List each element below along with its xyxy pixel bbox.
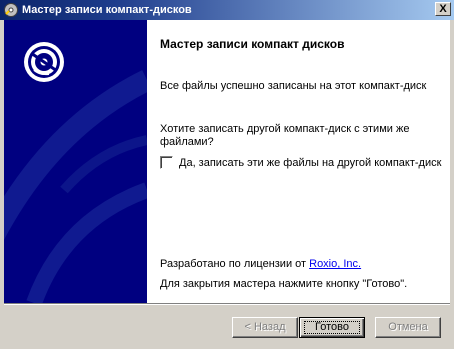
write-another-question: Хотите записать другой компакт-диск с эт… [160, 123, 410, 148]
closing-instruction: Для закрытия мастера нажмите кнопку "Гот… [160, 278, 408, 290]
wizard-content: Мастер записи компакт дисков Все файлы у… [147, 20, 450, 303]
success-message: Все файлы успешно записаны на этот компа… [160, 80, 427, 92]
cancel-button[interactable]: Отмена [375, 317, 441, 338]
write-another-checkbox-label[interactable]: Да, записать эти же файлы на другой комп… [179, 157, 441, 169]
write-another-checkbox[interactable] [160, 156, 173, 169]
close-icon: X [439, 3, 447, 15]
close-button[interactable]: X [435, 2, 451, 16]
license-prefix: Разработано по лицензии от [160, 258, 310, 270]
window-title: Мастер записи компакт-дисков [22, 4, 192, 16]
cd-burner-icon [3, 2, 19, 18]
wizard-banner [4, 20, 147, 303]
page-title: Мастер записи компакт дисков [160, 37, 345, 51]
license-text: Разработано по лицензии от Roxio, Inc. [160, 258, 361, 270]
cd-writing-wizard-window: Мастер записи компакт-дисков X Мастер за… [0, 0, 454, 349]
roxio-link[interactable]: Roxio, Inc. [309, 258, 361, 270]
back-button[interactable]: < Назад [232, 317, 298, 338]
banner-artwork [4, 42, 147, 303]
cd-disc-icon [24, 42, 64, 82]
title-bar[interactable]: Мастер записи компакт-дисков X [0, 0, 454, 20]
finish-button[interactable]: Готово [299, 317, 365, 338]
focus-rectangle [304, 321, 360, 334]
button-divider [4, 303, 450, 305]
write-another-checkbox-row[interactable]: Да, записать эти же файлы на другой комп… [160, 156, 441, 169]
